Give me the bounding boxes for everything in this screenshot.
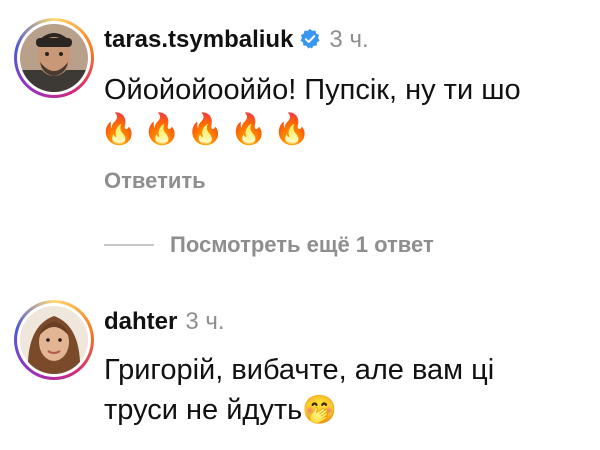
comment-text: Ойойойооййо! Пупсік, ну ти шо (104, 74, 521, 106)
avatar-dahter-photo (20, 306, 88, 374)
fire-emoji-row: 🔥🔥🔥🔥🔥 (100, 113, 317, 146)
username[interactable]: taras.tsymbaliuk (104, 26, 293, 54)
view-more-replies[interactable]: Посмотреть ещё 1 ответ (104, 232, 434, 258)
verified-badge-icon (300, 28, 320, 49)
hand-over-mouth-emoji: 🤭 (302, 394, 338, 425)
divider-line (104, 244, 154, 246)
reply-button[interactable]: Ответить (104, 168, 206, 194)
username[interactable]: dahter (104, 308, 177, 336)
view-more-replies-label[interactable]: Посмотреть ещё 1 ответ (170, 232, 434, 258)
avatar-taras[interactable] (14, 18, 94, 98)
comment-header: taras.tsymbaliuk 3 ч. (104, 25, 369, 54)
timestamp: 3 ч. (185, 308, 225, 335)
avatar-taras-photo (20, 24, 88, 92)
comment-text-line-2: труси не йдуть🤭 (104, 390, 337, 430)
comment-text-line-1: Григорій, вибачте, але вам ці (104, 354, 495, 386)
avatar-dahter[interactable] (14, 300, 94, 380)
timestamp: 3 ч. (329, 26, 369, 53)
comment-header: dahter 3 ч. (104, 308, 225, 336)
comment-text-line-2-text: труси не йдуть (104, 394, 303, 426)
